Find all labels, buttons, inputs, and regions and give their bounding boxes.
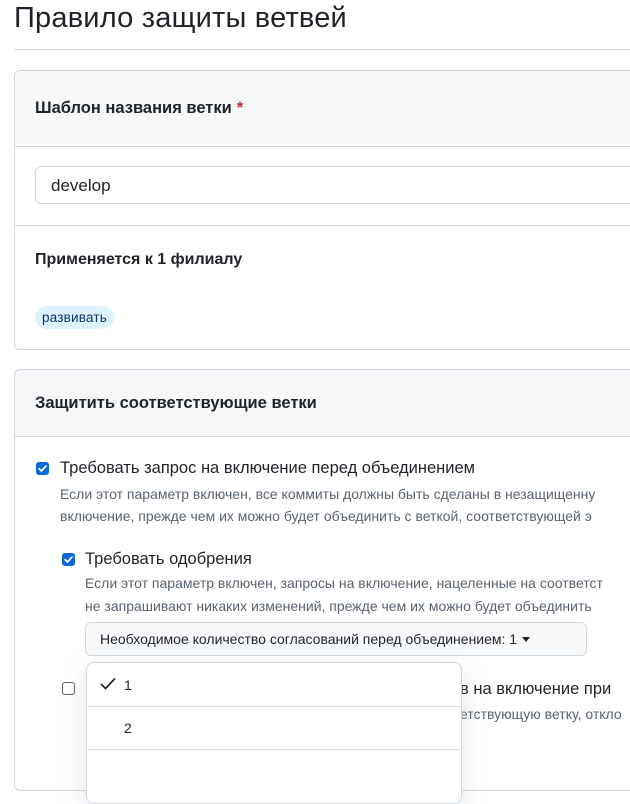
require-approvals-desc-2: не запрашивают никаких изменений, прежде… <box>85 598 592 614</box>
approvals-option-2[interactable]: 2 <box>87 706 461 750</box>
section-divider <box>15 225 630 226</box>
check-icon <box>64 556 73 563</box>
approvals-option-1[interactable]: 1 <box>87 663 461 707</box>
require-pr-desc-2: включение, прежде чем их можно будет объ… <box>60 508 592 524</box>
applies-to-text: Применяется к 1 филиалу <box>35 251 243 268</box>
require-pr-label[interactable]: Требовать запрос на включение перед объе… <box>60 459 475 478</box>
approvals-option-label: 1 <box>124 677 132 693</box>
approvals-count-select[interactable]: Необходимое количество согласований пере… <box>85 622 587 656</box>
branch-pattern-input[interactable]: develop <box>35 166 630 204</box>
require-approvals-label[interactable]: Требовать одобрения <box>85 550 252 569</box>
option-checkbox[interactable] <box>62 682 75 695</box>
branch-pattern-header: Шаблон названия ветки * <box>15 71 630 147</box>
protect-branches-heading: Защитить соответствующие ветки <box>35 393 317 412</box>
option-label-fragment[interactable]: в на включение при <box>460 680 611 699</box>
approvals-option-more[interactable] <box>87 749 461 792</box>
require-approvals-desc-1: Если этот параметр включен, запросы на в… <box>85 575 603 591</box>
branch-pattern-box: Шаблон названия ветки * develop Применяе… <box>14 70 630 350</box>
caret-down-icon <box>522 636 531 642</box>
title-divider <box>14 49 630 50</box>
require-approvals-checkbox[interactable] <box>62 553 75 566</box>
required-marker: * <box>236 99 244 117</box>
check-icon <box>100 678 116 690</box>
page-title: Правило защиты ветвей <box>14 2 347 34</box>
approvals-option-label: 2 <box>124 720 132 736</box>
branch-pattern-label: Шаблон названия ветки <box>35 99 232 117</box>
require-pr-desc-1: Если этот параметр включен, все коммиты … <box>60 486 596 502</box>
approvals-count-select-label: Необходимое количество согласований пере… <box>100 631 518 647</box>
option-desc-fragment: етствующую ветку, откло <box>460 706 622 722</box>
protect-branches-header: Защитить соответствующие ветки <box>15 370 630 437</box>
matched-branch-label[interactable]: развивать <box>35 306 115 329</box>
require-pr-checkbox[interactable] <box>36 462 49 475</box>
approvals-count-menu: 1 2 <box>86 662 462 804</box>
check-icon <box>38 465 47 472</box>
